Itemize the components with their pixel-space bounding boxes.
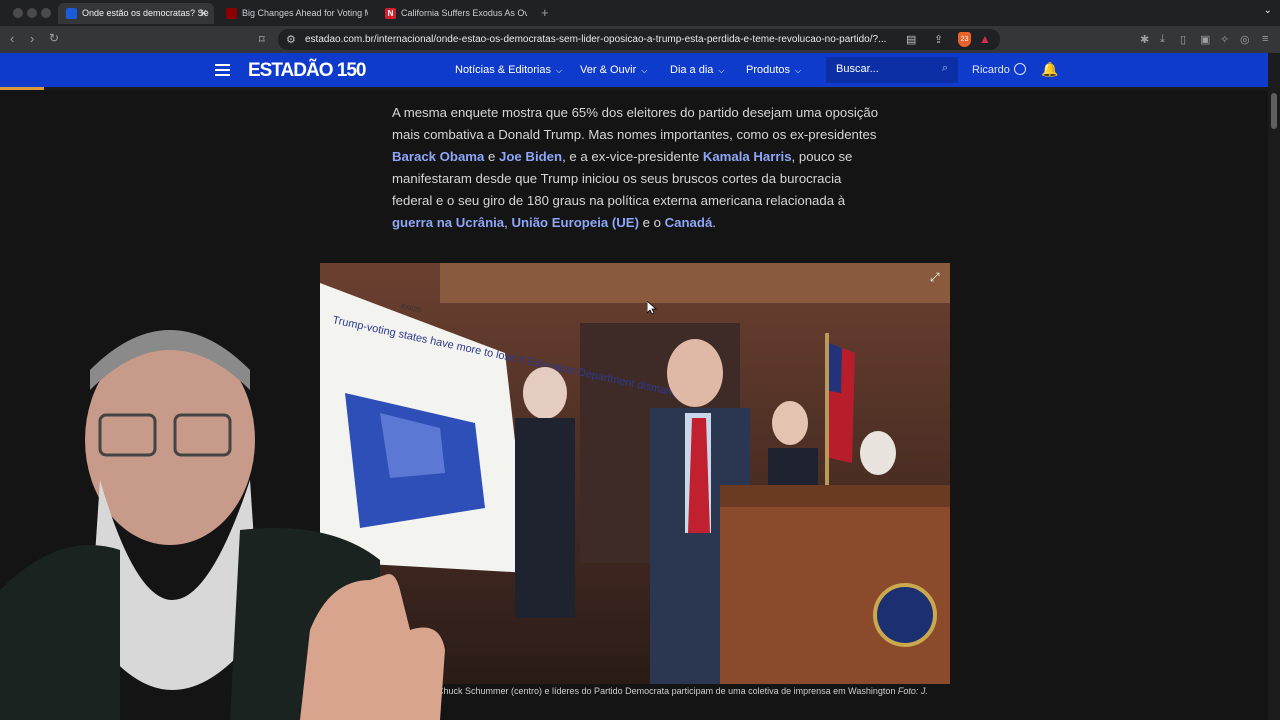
wallet-icon[interactable]: ▣ — [1200, 33, 1210, 46]
link-kamala-harris[interactable]: Kamala Harris — [703, 149, 792, 164]
chevron-down-icon: ⌵ — [641, 66, 648, 75]
tab-title: California Suffers Exodus As Ove — [401, 8, 527, 18]
webcam-overlay — [0, 330, 445, 720]
new-tab-button[interactable]: + — [541, 5, 549, 20]
notifications-bell-icon[interactable]: 🔔 — [1041, 61, 1058, 78]
hamburger-menu-icon[interactable] — [215, 64, 230, 76]
tab-title: Onde estão os democratas? Se — [82, 8, 209, 18]
browser-toolbar: ‹ › ↻ ⌑ ⚙ estadao.com.br/internacional/o… — [0, 26, 1280, 53]
leo-ai-icon[interactable]: ✧ — [1220, 33, 1229, 46]
chevron-down-icon: ⌵ — [718, 66, 725, 75]
tab-favicon-icon — [226, 8, 237, 19]
site-header: ESTADÃO 150 Notícias & Editorias ⌵ Ver & … — [0, 53, 1268, 87]
user-avatar-icon — [1013, 63, 1026, 75]
reading-progress-fill — [0, 87, 45, 90]
search-input[interactable] — [836, 63, 931, 75]
mouse-cursor-icon — [647, 301, 657, 315]
estadao-logo[interactable]: ESTADÃO 150 — [248, 60, 366, 82]
menu-ver-ouvir[interactable]: Ver & Ouvir ⌵ — [580, 64, 647, 76]
reload-icon[interactable]: ↻ — [49, 31, 59, 45]
close-window-button[interactable] — [13, 8, 23, 18]
menu-icon[interactable]: ≡ — [1262, 33, 1268, 45]
caption-credit: Foto: J. — [897, 686, 928, 696]
menu-dia-a-dia[interactable]: Dia a dia ⌵ — [670, 64, 725, 76]
user-account[interactable]: Ricardo — [972, 63, 1026, 76]
address-bar[interactable]: ⚙ estadao.com.br/internacional/onde-esta… — [278, 29, 1000, 50]
paragraph-text: e o — [638, 215, 665, 230]
search-icon[interactable]: ⌕ — [942, 62, 948, 75]
caption-text: Chuck Schummer (centro) e líderes do Par… — [437, 686, 896, 696]
reader-mode-icon[interactable]: ▤ — [906, 33, 916, 46]
paragraph-text: . — [712, 215, 716, 230]
downloads-icon[interactable]: ⤓ — [1160, 33, 1165, 46]
minimize-window-button[interactable] — [27, 8, 37, 18]
photo-caption: Chuck Schummer (centro) e líderes do Par… — [437, 686, 928, 696]
estadao-favicon-icon — [66, 8, 77, 19]
extensions-icon[interactable]: ✱ — [1140, 33, 1149, 46]
tab-title: Big Changes Ahead for Voting Me — [242, 8, 368, 18]
chevron-down-icon: ⌵ — [795, 66, 802, 75]
back-icon[interactable]: ‹ — [10, 31, 14, 46]
tab-california[interactable]: N California Suffers Exodus As Ove — [377, 3, 527, 24]
menu-label: Dia a dia — [670, 64, 714, 76]
reading-progress-bar — [0, 87, 1268, 90]
brave-shields-icon[interactable]: 23 — [958, 32, 971, 47]
chevron-down-icon: ⌵ — [555, 66, 563, 75]
link-joe-biden[interactable]: Joe Biden — [499, 149, 562, 164]
menu-label: Produtos — [746, 64, 791, 76]
tab-estadao[interactable]: Onde estão os democratas? Se ✕ — [58, 3, 214, 24]
tab-list-chevron-icon[interactable]: ⌄ — [1264, 5, 1272, 16]
site-info-icon[interactable]: ⚙ — [286, 33, 296, 46]
newsmax-favicon-icon: N — [385, 8, 396, 19]
paragraph-text: e — [484, 149, 500, 164]
link-barack-obama[interactable]: Barack Obama — [392, 149, 484, 164]
site-search[interactable]: ⌕ — [826, 57, 958, 83]
close-tab-icon[interactable]: ✕ — [199, 7, 208, 20]
vpn-icon[interactable]: ◎ — [1240, 33, 1250, 46]
link-canada[interactable]: Canadá — [665, 215, 713, 230]
sidebar-icon[interactable]: ▯ — [1180, 33, 1186, 46]
share-icon[interactable]: ⇪ — [934, 33, 943, 46]
link-uniao-europeia[interactable]: União Europeia (UE) — [511, 215, 639, 230]
paragraph-text: A mesma enquete mostra que 65% dos eleit… — [392, 105, 879, 142]
rewards-alert-icon[interactable]: ▲ — [979, 32, 993, 46]
forward-icon[interactable]: › — [30, 31, 34, 46]
zoom-window-button[interactable] — [41, 8, 51, 18]
scrollbar-thumb[interactable] — [1271, 93, 1277, 129]
menu-produtos[interactable]: Produtos ⌵ — [746, 64, 801, 76]
tab-voting[interactable]: Big Changes Ahead for Voting Me — [218, 3, 368, 24]
link-guerra-ucrania[interactable]: guerra na Ucrânia — [392, 215, 504, 230]
expand-image-icon[interactable]: ⤢ — [930, 270, 940, 285]
menu-label: Ver & Ouvir — [580, 64, 637, 76]
browser-tab-bar: Onde estão os democratas? Se ✕ Big Chang… — [0, 0, 1280, 26]
paragraph-text: , e a ex-vice-presidente — [562, 149, 703, 164]
menu-label: Notícias & Editorias — [455, 64, 551, 76]
user-name: Ricardo — [972, 64, 1010, 76]
menu-noticias[interactable]: Notícias & Editorias ⌵ — [455, 64, 562, 76]
bookmark-icon[interactable]: ⌑ — [259, 33, 265, 46]
article-paragraph: A mesma enquete mostra que 65% dos eleit… — [392, 102, 882, 234]
page-scrollbar[interactable] — [1268, 53, 1280, 720]
url-text: estadao.com.br/internacional/onde-estao-… — [305, 34, 887, 45]
